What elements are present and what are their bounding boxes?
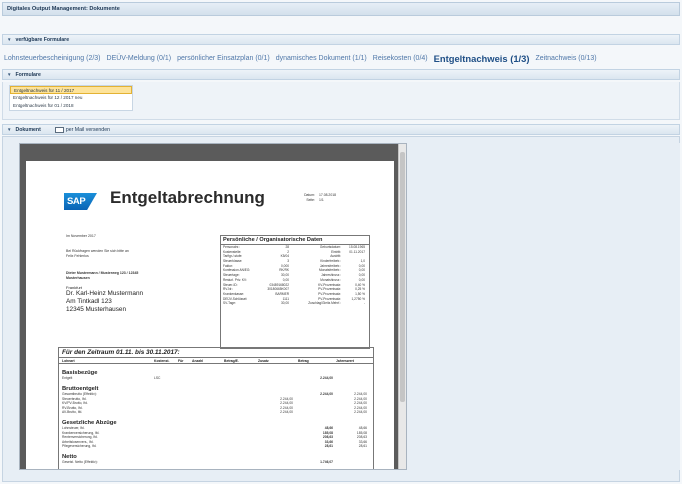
vertical-scrollbar[interactable]	[398, 144, 406, 469]
tab-dynamisches-dokument[interactable]: dynamisches Dokument (1/1)	[276, 55, 367, 62]
mail-icon	[54, 126, 64, 133]
tab-persoenlicher-einsatzplan[interactable]: persönlicher Einsatzplan (0/1)	[177, 55, 270, 62]
forms-header[interactable]: ▼ Formulare	[2, 69, 680, 80]
column-header: Jahreswert	[336, 359, 354, 363]
forms-panel: Entgeltnachweis für 11 / 2017 Entgeltnac…	[2, 82, 680, 120]
list-item[interactable]: Entgeltnachweis für 12 / 2017 neu	[10, 94, 132, 102]
note-line: Bei Rückfragen wenden Sie sich bitte an	[66, 249, 129, 253]
list-item[interactable]: Entgeltnachweis für 11 / 2017	[10, 86, 132, 94]
table-cell-label: AV-Brutto, Ifd.	[62, 409, 83, 414]
address-line: 12345 Musterhausen	[66, 306, 127, 313]
address-line: Am Tintkadl 123	[66, 298, 112, 305]
recipient-address: Frankfurt Dr. Karl-Heinz Mustermann Am T…	[66, 285, 143, 314]
collapse-triangle-icon[interactable]: ▼	[7, 127, 11, 132]
app-window: Digitales Output Management: Dokumente ▼…	[0, 0, 682, 484]
tab-zeitnachweis[interactable]: Zeitnachweis (0/13)	[535, 55, 596, 62]
column-header: Zusatz	[258, 359, 269, 363]
sender-text: Dieter Mustermann / Musterweg 123 / 1234…	[66, 271, 139, 275]
table-cell-label: Gesetzl. Netto (Effektiv):	[62, 460, 98, 465]
table-cell-label: Entgelt	[62, 376, 73, 380]
note-text: Bei Rückfragen wenden Sie sich bitte an …	[66, 249, 129, 258]
scrollbar-thumb[interactable]	[400, 152, 405, 402]
table-cell-betrag: 2.244,00	[320, 376, 333, 380]
table-cell-label: Pflegeversicherung, lfd.	[62, 443, 97, 448]
document-meta: Datum: 17.08.2018 Seite: 1/1	[295, 193, 336, 203]
column-header: Kostenst.	[154, 359, 170, 363]
table-cell-betrag: 1.746,07	[320, 460, 333, 465]
personal-data-rows: Personalnr.: 28 Geburtsdatum: 15.08.1965 Kos…	[221, 245, 369, 306]
collapse-triangle-icon[interactable]: ▼	[7, 37, 11, 42]
table-row: AV-Brutto, Ifd. 2.244,00 2.244,00	[59, 410, 373, 414]
period-box: Für den Zeitraum 01.11. bis 30.11.2017: …	[58, 347, 374, 469]
column-header: Betrag/E.	[224, 359, 239, 363]
document-label: Dokument	[15, 126, 41, 133]
sender-text: Musterhausen	[66, 275, 90, 280]
pdf-viewer[interactable]: SAP Entgeltabrechnung Datum: 17.08.2018 S…	[19, 143, 407, 470]
personal-row: SV-Tage: 30,00 Zuschlag/Gleitz.Mehrf.: -	[221, 301, 369, 306]
wage-groups: Basisbezüge Entgelt LSC 2.244,00 Bruttoentge…	[59, 370, 373, 465]
personal-cell: 30,00	[281, 301, 289, 306]
address-line: Dr. Karl-Heinz Mustermann	[66, 290, 144, 297]
personal-data-title: Persönliche / Organisatorische Daten	[221, 236, 369, 245]
form-tabs: Lohnsteuerbescheinigung (2/3) DEÜV-Meldu…	[4, 50, 680, 66]
month-text: Im November 2017	[66, 234, 96, 238]
table-cell-jahr: 2.244,00	[354, 409, 367, 414]
meta-value: 1/1	[319, 198, 324, 202]
note-line: Felix Fehlerlos	[66, 253, 89, 258]
personal-data-box: Persönliche / Organisatorische Daten Per…	[220, 235, 370, 349]
document-header[interactable]: ▼ Dokument per Mail versenden	[2, 124, 680, 135]
table-row: Gesetzl. Netto (Effektiv): 1.746,07	[59, 460, 373, 464]
column-header: Für	[178, 359, 184, 363]
personal-cell: SV-Tage:	[223, 301, 236, 306]
empty-area	[410, 143, 680, 470]
column-header: Anzahl	[192, 359, 204, 363]
form-list[interactable]: Entgeltnachweis für 11 / 2017 Entgeltnac…	[9, 85, 133, 111]
tab-reisekosten[interactable]: Reisekosten (0/4)	[373, 55, 428, 62]
available-forms-header[interactable]: ▼ verfügbare Formulare	[2, 34, 680, 45]
column-header: Lohnart	[62, 359, 75, 363]
table-cell-zusatz: 2.244,00	[280, 409, 293, 414]
collapse-triangle-icon[interactable]: ▼	[7, 72, 11, 77]
column-header: Betrag	[298, 359, 309, 363]
personal-cell: -	[363, 301, 365, 306]
viewer-toolbar	[20, 144, 400, 161]
page-title: Digitales Output Management: Dokumente	[2, 2, 680, 16]
list-item[interactable]: Entgeltnachweis für 01 / 2018	[10, 102, 132, 110]
table-cell-kst: LSC	[154, 376, 161, 380]
tab-entgeltnachweis[interactable]: Entgeltnachweis (1/3)	[434, 53, 530, 64]
table-row: Pflegeversicherung, lfd. 28,61 28,61	[59, 444, 373, 448]
available-forms-label: verfügbare Formulare	[15, 36, 70, 43]
table-cell-jahr: 28,61	[358, 443, 367, 448]
send-mail-button[interactable]: per Mail versenden	[54, 126, 110, 133]
table-cell-betrag: 28,61	[324, 443, 333, 448]
document-page: SAP Entgeltabrechnung Datum: 17.08.2018 S…	[26, 161, 394, 469]
sap-logo: SAP	[64, 193, 97, 210]
forms-label: Formulare	[15, 71, 41, 78]
meta-label: Seite:	[306, 198, 315, 202]
sender-line: Dieter Mustermann / Musterweg 123 / 1234…	[66, 271, 138, 280]
document-title: Entgeltabrechnung	[110, 188, 265, 207]
table-header: Lohnart Kostenst. Für Anzahl Betrag/E. Z…	[59, 357, 373, 364]
table-row: Entgelt LSC 2.244,00	[59, 376, 373, 380]
period-title: Für den Zeitraum 01.11. bis 30.11.2017:	[62, 349, 180, 356]
send-mail-label: per Mail versenden	[65, 126, 110, 133]
personal-cell: Zuschlag/Gleitz.Mehrf.:	[308, 301, 341, 306]
tab-lohnsteuerbescheinigung[interactable]: Lohnsteuerbescheinigung (2/3)	[4, 55, 101, 62]
tab-deuev-meldung[interactable]: DEÜV-Meldung (0/1)	[107, 55, 172, 62]
